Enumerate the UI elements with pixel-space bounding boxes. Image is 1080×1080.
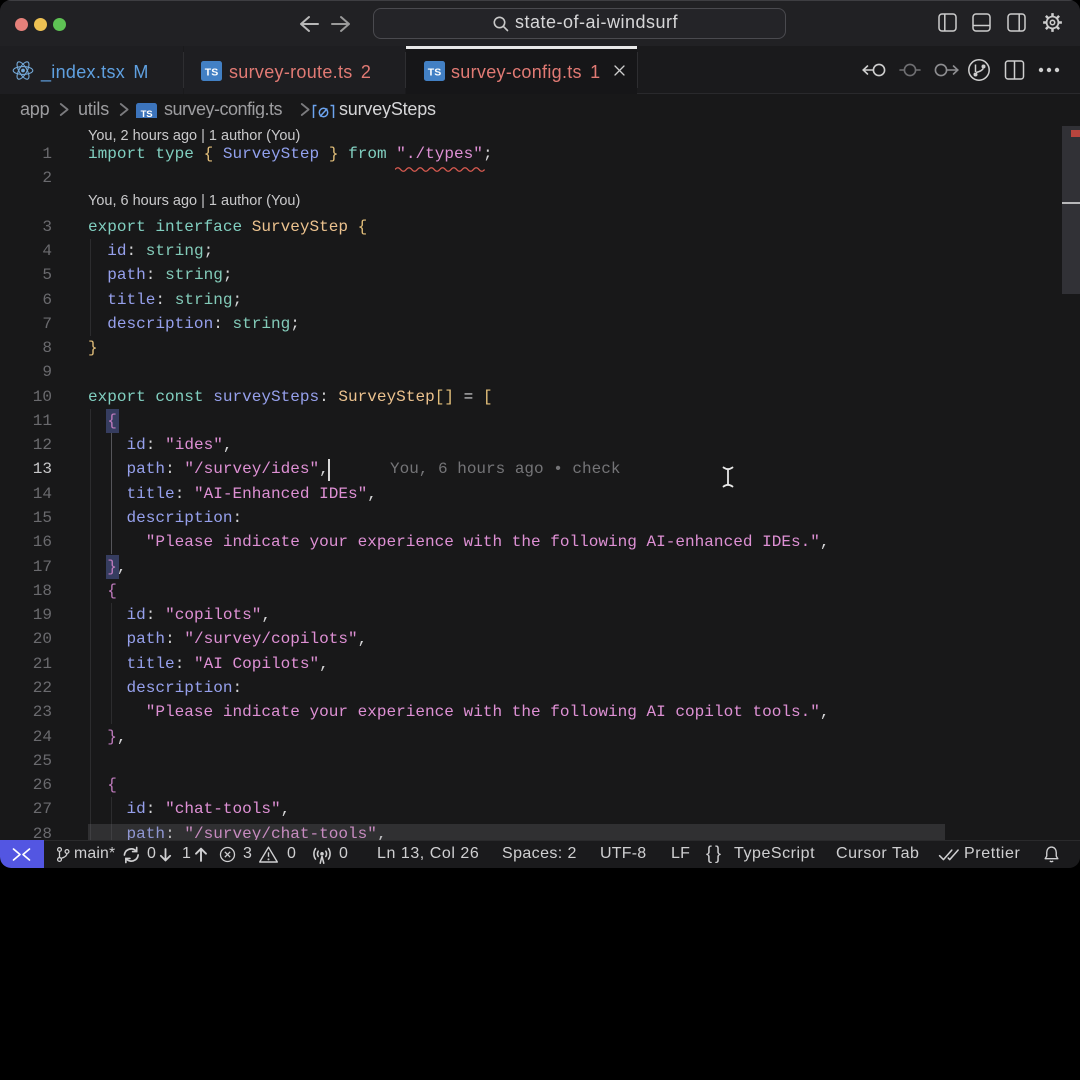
svg-text:TS: TS — [428, 67, 441, 79]
svg-text:TS: TS — [205, 67, 218, 79]
